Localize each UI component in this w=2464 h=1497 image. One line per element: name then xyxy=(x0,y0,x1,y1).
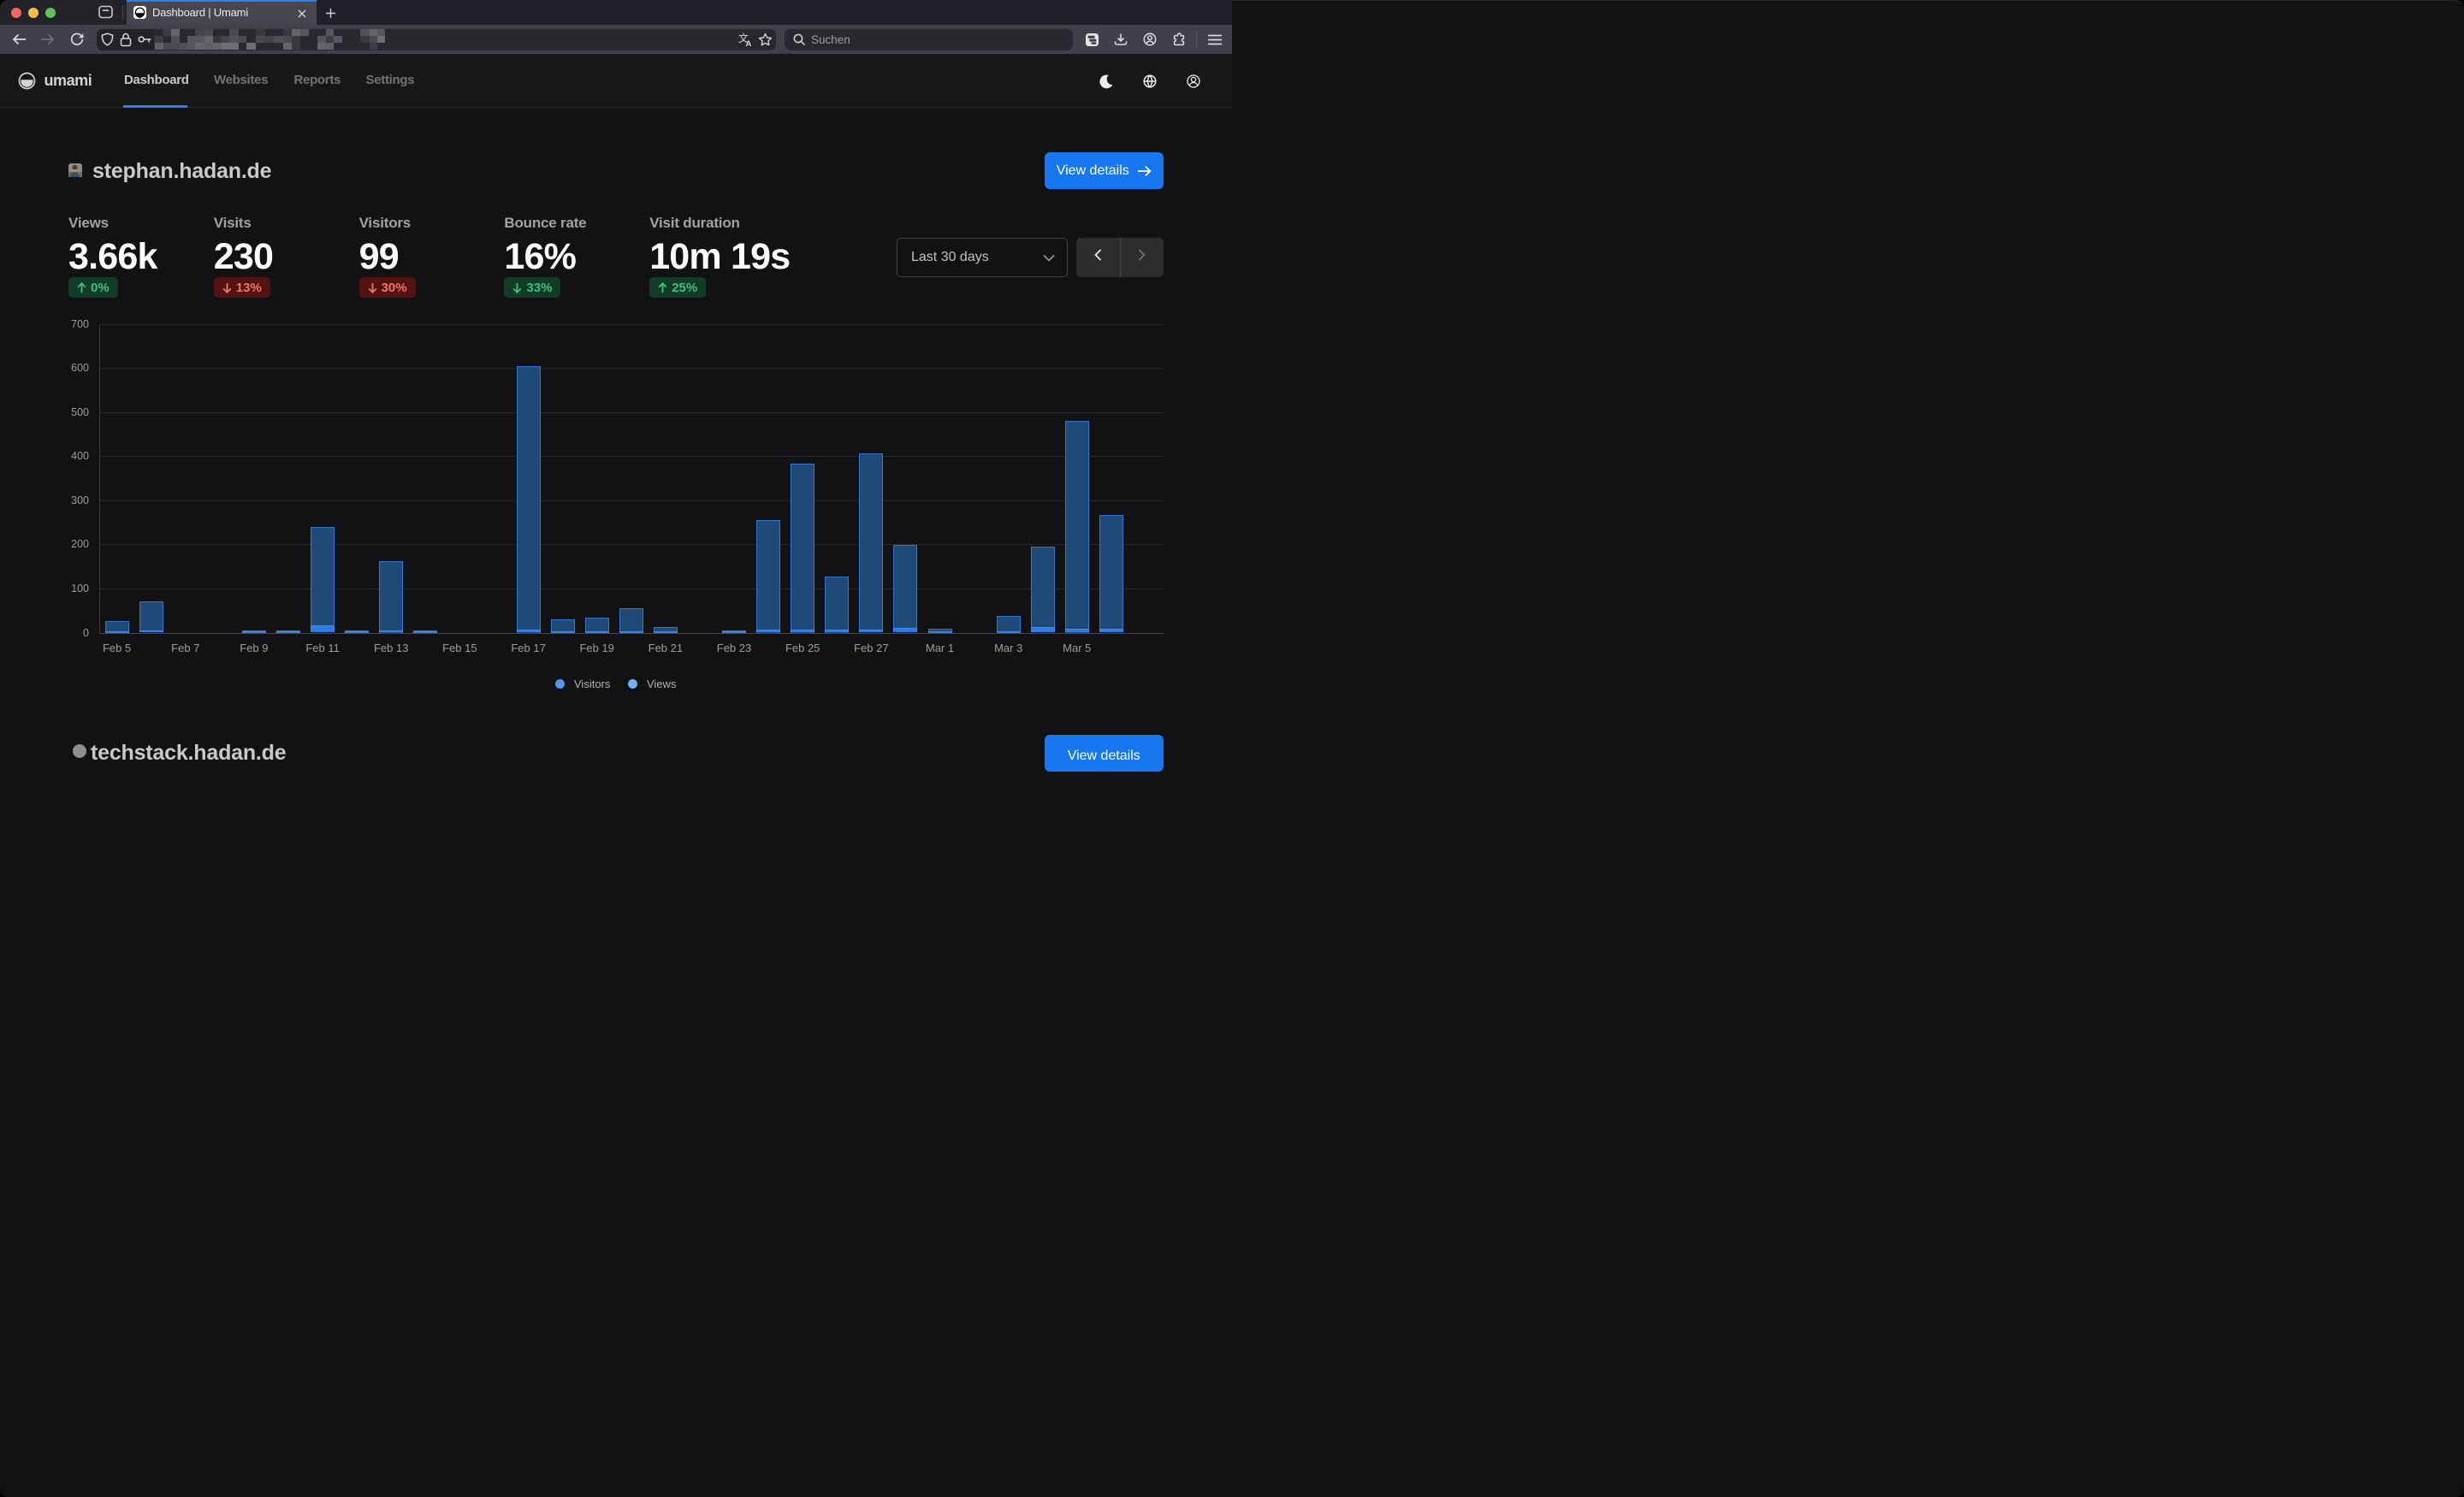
svg-text:A: A xyxy=(746,39,752,46)
